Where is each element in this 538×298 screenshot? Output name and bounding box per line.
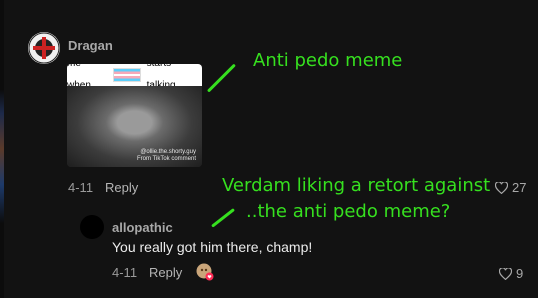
- window-edge-strip: [0, 0, 4, 298]
- creator-like-avatar: [196, 263, 214, 281]
- comment-date: 4-11: [68, 180, 94, 195]
- heart-icon: [499, 267, 512, 280]
- reply-like-button[interactable]: 9: [499, 266, 523, 281]
- flag-icon: [113, 68, 141, 82]
- reply-date: 4-11: [112, 265, 138, 280]
- comment-like-button[interactable]: 27: [495, 180, 526, 195]
- annotation-pointer-1: [206, 63, 236, 93]
- media-caption: me when starts talking: [67, 64, 202, 91]
- avatar-allopathic[interactable]: [80, 215, 104, 239]
- media-image: @ollie.the.shorty.guy From TikTok commen…: [67, 86, 202, 167]
- reply-author[interactable]: allopathic: [112, 220, 173, 235]
- annotation-anti-pedo-meme: Anti pedo meme: [253, 50, 403, 71]
- reply-reply-button[interactable]: Reply: [149, 265, 182, 280]
- annotation-pointer-2: [211, 208, 235, 228]
- reply-text: You really got him there, champ!: [112, 239, 313, 255]
- reply-like-count: 9: [516, 266, 524, 281]
- comment-like-count: 27: [512, 180, 527, 195]
- comment-reply-button[interactable]: Reply: [105, 180, 138, 195]
- avatar-emblem-icon: [28, 32, 60, 64]
- creator-avatar-icon: [196, 263, 214, 281]
- comment-media[interactable]: me when starts talking @ollie.the.shorty…: [67, 64, 202, 167]
- heart-icon: [495, 181, 508, 194]
- avatar-dragan[interactable]: [28, 32, 60, 64]
- media-watermark: @ollie.the.shorty.guy From TikTok commen…: [136, 149, 196, 162]
- annotation-verdam-line-2: ..the anti pedo meme?: [246, 201, 451, 222]
- comment-author[interactable]: Dragan: [68, 38, 113, 53]
- annotation-verdam-line-1: Verdam liking a retort against: [222, 175, 491, 196]
